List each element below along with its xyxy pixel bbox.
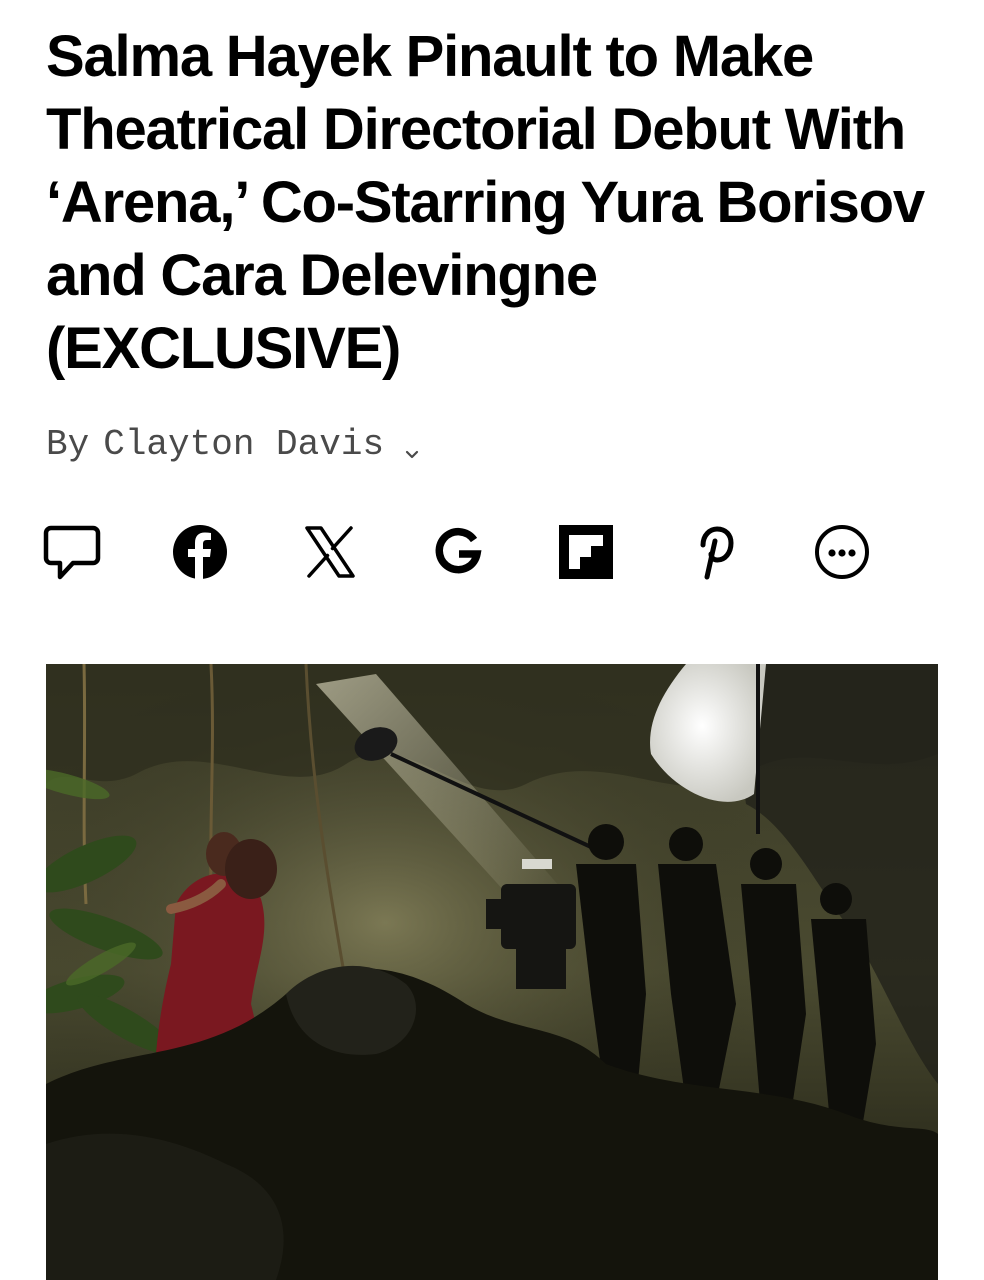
pinterest-icon [700, 526, 734, 580]
x-share-button[interactable] [300, 522, 360, 582]
photo-film-set-cave [46, 664, 938, 1280]
article-headline: Salma Hayek Pinault to Make Theatrical D… [46, 24, 925, 381]
facebook-share-button[interactable] [170, 522, 230, 582]
more-share-options-button[interactable] [812, 522, 872, 582]
x-icon [305, 526, 355, 578]
author-name-link[interactable]: Clayton Davis [103, 424, 384, 465]
byline-prefix: By [46, 424, 90, 465]
flipboard-share-button[interactable] [556, 522, 616, 582]
chevron-down-icon[interactable] [402, 435, 422, 458]
google-share-button[interactable] [428, 522, 488, 582]
comment-button[interactable] [42, 522, 102, 582]
comment-icon [43, 525, 101, 580]
hero-image [46, 664, 938, 1280]
pinterest-share-button[interactable] [684, 522, 744, 582]
facebook-icon [173, 525, 227, 579]
google-icon [435, 527, 482, 574]
flipboard-icon [559, 525, 613, 579]
more-icon [815, 525, 869, 579]
share-bar [43, 522, 876, 582]
byline: By Clayton Davis [46, 424, 422, 465]
